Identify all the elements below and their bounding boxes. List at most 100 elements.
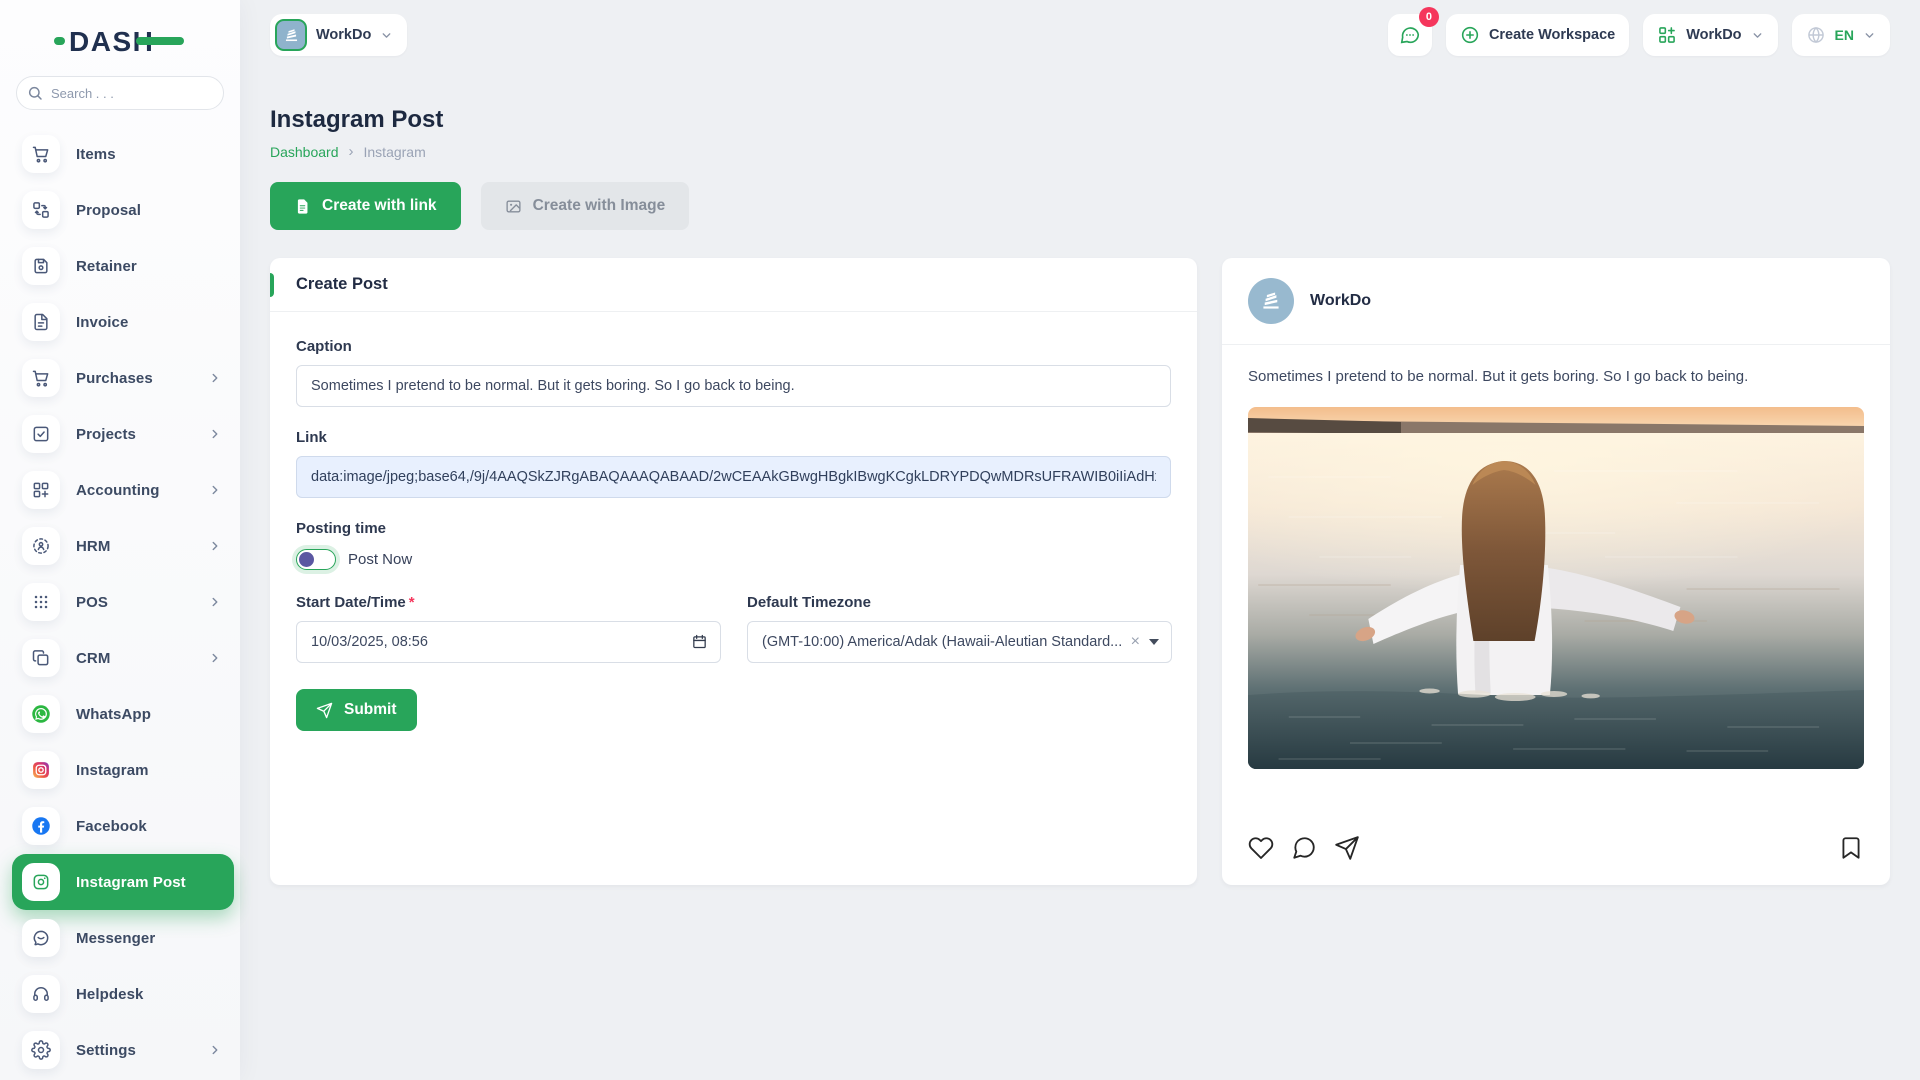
cart-icon	[22, 135, 60, 173]
chat-button[interactable]: 0	[1388, 14, 1432, 56]
like-heart-icon[interactable]	[1248, 835, 1274, 861]
chevron-right-icon	[208, 483, 222, 497]
sidebar-item-whatsapp[interactable]: WhatsApp	[0, 686, 240, 742]
language-code: EN	[1835, 27, 1854, 43]
chevron-down-icon	[380, 29, 393, 42]
chevron-right-icon	[208, 539, 222, 553]
chat-icon	[1399, 24, 1421, 46]
start-datetime-input[interactable]	[296, 621, 721, 663]
sidebar-item-hrm[interactable]: HRM	[0, 518, 240, 574]
post-now-label: Post Now	[348, 551, 412, 568]
bookmark-icon[interactable]	[1838, 835, 1864, 861]
sidebar-item-label: Messenger	[76, 930, 155, 947]
workspace-switcher[interactable]: WorkDo	[1643, 14, 1777, 56]
create-workspace-button[interactable]: Create Workspace	[1446, 14, 1629, 56]
timezone-select[interactable]: (GMT-10:00) America/Adak (Hawaii-Aleutia…	[747, 621, 1172, 663]
ocean-sunset-photo	[1248, 407, 1864, 769]
sidebar-item-label: Invoice	[76, 314, 128, 331]
app-logo[interactable]: DASH	[0, 18, 240, 64]
create-with-link-button[interactable]: Create with link	[270, 182, 461, 230]
chevron-down-icon	[1863, 29, 1876, 42]
helpdesk-icon	[22, 975, 60, 1013]
building-icon	[282, 26, 301, 45]
messenger-icon	[22, 919, 60, 957]
chevron-right-icon	[208, 595, 222, 609]
sidebar-item-messenger[interactable]: Messenger	[0, 910, 240, 966]
dash-logo-icon: DASH	[54, 24, 186, 58]
breadcrumb-separator: ›	[349, 143, 354, 160]
grid-plus-icon	[1657, 25, 1677, 45]
sidebar-item-invoice[interactable]: Invoice	[0, 294, 240, 350]
sidebar-item-items[interactable]: Items	[0, 126, 240, 182]
account-name: WorkDo	[1310, 292, 1371, 310]
breadcrumb-dashboard-link[interactable]: Dashboard	[270, 144, 339, 160]
document-icon	[294, 198, 311, 215]
instagram-brand-icon	[22, 751, 60, 789]
card-title: Create Post	[296, 275, 1171, 294]
sidebar-item-accounting[interactable]: Accounting	[0, 462, 240, 518]
pos-icon	[22, 583, 60, 621]
sidebar-item-label: Facebook	[76, 818, 147, 835]
retainer-icon	[22, 247, 60, 285]
sidebar-item-instagram-post[interactable]: Instagram Post	[12, 854, 234, 910]
required-mark: *	[409, 594, 415, 611]
chevron-right-icon	[208, 1043, 222, 1057]
sidebar-item-facebook[interactable]: Facebook	[0, 798, 240, 854]
search-icon	[27, 85, 43, 101]
clear-icon[interactable]: ×	[1131, 633, 1140, 651]
instagram-post-icon	[22, 863, 60, 901]
sidebar-item-projects[interactable]: Projects	[0, 406, 240, 462]
sidebar-item-label: CRM	[76, 650, 110, 667]
workspace-avatar	[275, 19, 307, 51]
caption-input[interactable]	[296, 365, 1171, 407]
paper-plane-icon	[316, 702, 333, 719]
sidebar-item-pos[interactable]: POS	[0, 574, 240, 630]
share-icon[interactable]	[1334, 835, 1360, 861]
whatsapp-icon	[22, 695, 60, 733]
create-with-image-button[interactable]: Create with Image	[481, 182, 690, 230]
workspace-selector[interactable]: WorkDo	[270, 14, 407, 56]
link-input[interactable]	[296, 456, 1171, 498]
chat-badge: 0	[1419, 7, 1439, 27]
sidebar-item-retainer[interactable]: Retainer	[0, 238, 240, 294]
posting-time-label: Posting time	[296, 520, 1171, 537]
sidebar-item-proposal[interactable]: Proposal	[0, 182, 240, 238]
sidebar-item-instagram[interactable]: Instagram	[0, 742, 240, 798]
sidebar-item-settings[interactable]: Settings	[0, 1022, 240, 1078]
sidebar: DASH Items Proposal Retainer Invoice Pur…	[0, 0, 240, 1080]
account-avatar	[1248, 278, 1294, 324]
chevron-right-icon	[208, 651, 222, 665]
timezone-value: (GMT-10:00) America/Adak (Hawaii-Aleutia…	[762, 634, 1125, 650]
projects-icon	[22, 415, 60, 453]
instagram-preview-card: WorkDo Sometimes I pretend to be normal.…	[1222, 258, 1890, 885]
submit-button[interactable]: Submit	[296, 689, 417, 731]
sidebar-item-label: POS	[76, 594, 108, 611]
breadcrumb-current: Instagram	[364, 144, 426, 160]
facebook-icon	[22, 807, 60, 845]
sidebar-item-purchases[interactable]: Purchases	[0, 350, 240, 406]
sidebar-item-label: Accounting	[76, 482, 160, 499]
sidebar-item-label: Helpdesk	[76, 986, 144, 1003]
workspace-name: WorkDo	[316, 27, 371, 43]
post-now-toggle[interactable]	[296, 549, 336, 570]
sidebar-item-label: Instagram Post	[76, 874, 186, 891]
timezone-label: Default Timezone	[747, 594, 1172, 611]
language-selector[interactable]: EN	[1792, 14, 1890, 56]
topbar: WorkDo 0 Create Workspace	[270, 0, 1890, 66]
link-label: Link	[296, 429, 1171, 446]
sidebar-item-crm[interactable]: CRM	[0, 630, 240, 686]
breadcrumb: Dashboard › Instagram	[270, 143, 1890, 160]
sidebar-item-label: Settings	[76, 1042, 136, 1059]
invoice-icon	[22, 303, 60, 341]
sidebar-item-helpdesk[interactable]: Helpdesk	[0, 966, 240, 1022]
sidebar-item-label: Proposal	[76, 202, 141, 219]
proposal-icon	[22, 191, 60, 229]
start-datetime-label: Start Date/Time*	[296, 594, 721, 611]
sidebar-item-label: Purchases	[76, 370, 153, 387]
chevron-down-icon	[1751, 29, 1764, 42]
sidebar-menu: Items Proposal Retainer Invoice Purchase…	[0, 126, 240, 1078]
crm-icon	[22, 639, 60, 677]
search-input[interactable]	[16, 76, 224, 110]
chevron-right-icon	[208, 371, 222, 385]
comment-icon[interactable]	[1291, 835, 1317, 861]
